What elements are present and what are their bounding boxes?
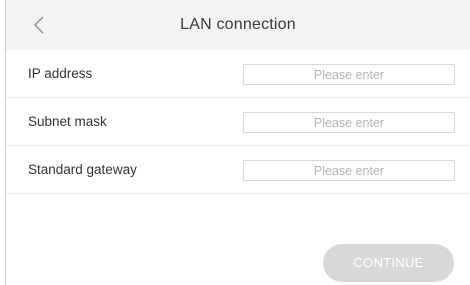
- subnet-mask-input[interactable]: [243, 112, 455, 133]
- form-row-standard-gateway: Standard gateway: [6, 146, 470, 194]
- subnet-mask-label: Subnet mask: [28, 114, 107, 129]
- ip-address-label: IP address: [28, 66, 93, 81]
- form-row-subnet-mask: Subnet mask: [6, 98, 470, 146]
- lan-connection-screen: LAN connection IP address Subnet mask St…: [0, 0, 470, 285]
- standard-gateway-input[interactable]: [243, 160, 455, 181]
- continue-button[interactable]: CONTINUE: [323, 244, 454, 282]
- standard-gateway-label: Standard gateway: [28, 162, 137, 177]
- form-row-ip-address: IP address: [6, 50, 470, 98]
- page-title: LAN connection: [180, 16, 296, 33]
- header-bar: LAN connection: [6, 0, 470, 50]
- ip-address-input[interactable]: [243, 64, 455, 85]
